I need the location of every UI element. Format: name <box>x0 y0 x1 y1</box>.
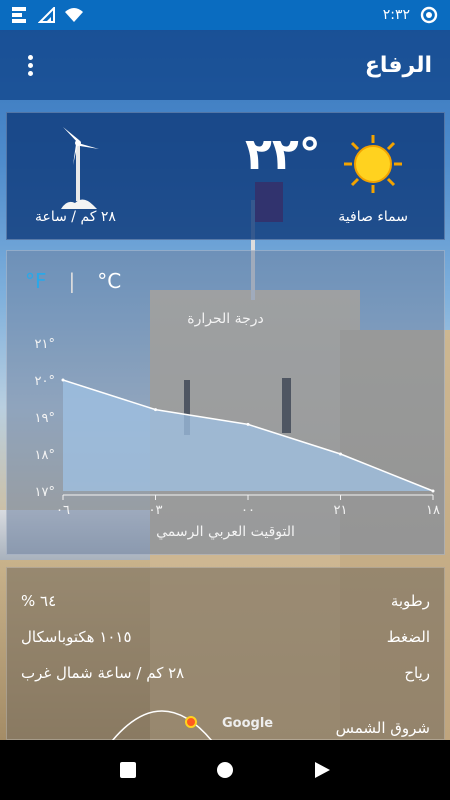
signal-icon <box>12 7 26 23</box>
recents-button[interactable] <box>118 760 138 780</box>
temperature-chart-card: °F | °C درجة الحرارة ٢١° ٢٠° ١٩° ١٨° ١٧° ١٨ ٢١… <box>6 250 445 555</box>
pressure-row: ١٠١٥ هكتوباسكال الضغط <box>21 622 430 652</box>
details-card: ٦٤ % رطوبة ١٠١٥ هكتوباسكال الضغط ٢٨ كم /… <box>6 567 445 741</box>
wind-label: رياح <box>404 664 430 682</box>
back-button[interactable] <box>312 760 332 780</box>
temperature-point <box>431 489 435 493</box>
status-time: ٢:٣٢ <box>382 7 410 23</box>
pressure-label: الضغط <box>386 628 430 646</box>
data-saver-icon <box>420 6 438 24</box>
google-attribution: Google <box>222 716 274 731</box>
x-axis-label: التوقيت العربي الرسمي <box>156 524 295 540</box>
y-tick-label: ٢١° <box>35 337 55 352</box>
temperature-chart: ٢١° ٢٠° ١٩° ١٨° ١٧° ١٨ ٢١ ٠٠ ٠٣ ٠٦ <box>35 337 440 518</box>
wind-value: ٢٨ كم / ساعة شمال غرب <box>21 664 185 682</box>
app-toolbar: الرفاع <box>0 30 450 100</box>
wind-turbine-icon <box>61 127 99 209</box>
temperature-point <box>154 408 157 412</box>
temperature-point <box>339 452 342 456</box>
x-tick-label: ٠٦ <box>56 503 70 518</box>
pressure-value: ١٠١٥ هكتوباسكال <box>21 628 132 646</box>
city-title: الرفاع <box>364 52 432 78</box>
system-nav-bar <box>0 740 450 800</box>
humidity-label: رطوبة <box>390 592 430 610</box>
wifi-icon <box>65 8 83 22</box>
wind-speed: ٢٨ كم / ساعة <box>35 209 116 225</box>
home-button[interactable] <box>215 760 235 780</box>
cell-signal-icon <box>38 7 55 23</box>
condition-text: سماء صافية <box>338 209 408 225</box>
current-weather-card[interactable]: سماء صافية ٢٢° ٢٨ كم / ساعة <box>6 112 445 240</box>
x-tick-label: ٠٣ <box>149 503 163 518</box>
y-tick-label: ١٩° <box>35 411 55 426</box>
sunny-icon <box>344 135 402 193</box>
x-tick-label: ٠٠ <box>241 503 255 518</box>
more-options-icon[interactable] <box>18 50 42 80</box>
temperature-point <box>246 422 250 426</box>
humidity-value: ٦٤ % <box>21 592 57 610</box>
y-tick-label: ١٨° <box>35 448 55 463</box>
y-tick-label: ٢٠° <box>35 374 55 389</box>
x-tick-label: ٢١ <box>334 503 348 518</box>
humidity-row: ٦٤ % رطوبة <box>21 586 430 616</box>
y-tick-label: ١٧° <box>35 485 55 500</box>
wind-row: ٢٨ كم / ساعة شمال غرب رياح <box>21 658 430 688</box>
current-temperature: ٢٢° <box>245 129 321 180</box>
x-tick-label: ١٨ <box>426 503 440 518</box>
temperature-area <box>63 380 433 491</box>
sunrise-label: شروق الشمس <box>335 719 430 737</box>
status-bar: ٢:٣٢ <box>0 0 450 30</box>
temperature-point <box>61 378 65 382</box>
